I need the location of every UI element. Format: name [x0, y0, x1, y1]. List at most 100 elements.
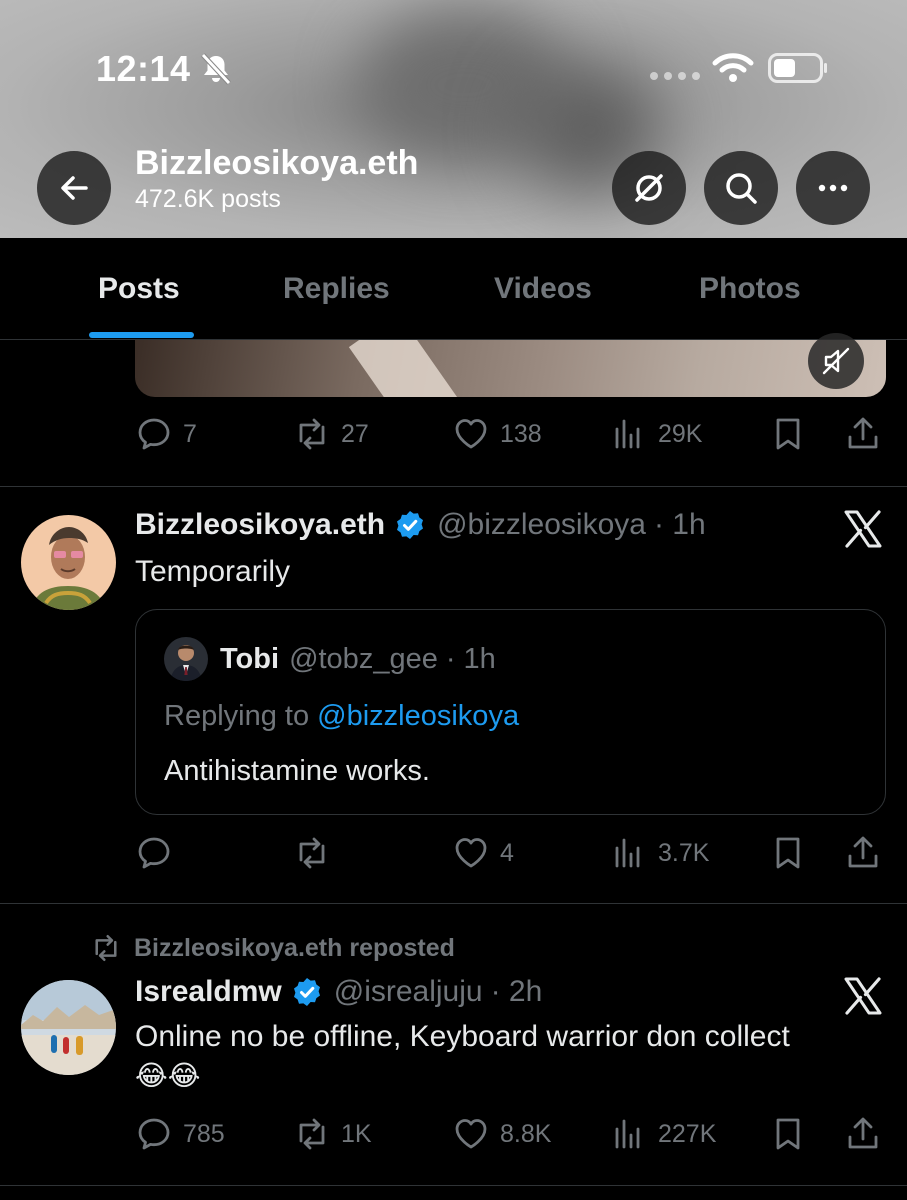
quoted-post[interactable]: Tobi @tobz_gee · 1h Replying to @bizzleo… — [135, 609, 886, 815]
author-name[interactable]: Isrealdmw — [135, 975, 282, 1009]
repost-count: 1K — [341, 1119, 372, 1148]
ellipsis-icon — [818, 184, 848, 192]
bookmark-icon — [776, 837, 800, 869]
post-media[interactable] — [135, 340, 886, 397]
cellular-signal-icon — [650, 72, 700, 80]
bookmark-button[interactable] — [769, 834, 807, 872]
views-icon — [615, 419, 640, 449]
share-icon — [848, 417, 878, 449]
repost-count: 27 — [341, 419, 369, 448]
quoted-avatar — [164, 637, 208, 681]
verified-badge-icon — [397, 511, 424, 539]
post-actions: 7 27 138 29K — [135, 415, 885, 455]
reply-button[interactable]: 7 — [135, 415, 197, 453]
profile-header: 12:14 Bizzleosikoya.eth 472.6K posts — [0, 0, 907, 238]
profile-post-count: 472.6K posts — [135, 185, 281, 213]
post-text: Temporarily — [135, 555, 291, 588]
like-button[interactable]: 8.8K — [452, 1115, 551, 1153]
post-actions: 785 1K 8.8K 227K — [135, 1115, 885, 1155]
share-button[interactable] — [844, 834, 882, 872]
active-tab-indicator — [89, 332, 194, 338]
reply-icon — [138, 1118, 170, 1150]
quoted-post-text: Antihistamine works. — [164, 755, 430, 787]
quoted-post-header: Tobi @tobz_gee · 1h — [164, 637, 496, 681]
repost-icon — [299, 1118, 325, 1150]
reply-icon — [138, 418, 170, 450]
post-divider — [0, 486, 907, 487]
battery-icon — [768, 53, 827, 83]
repost-button[interactable]: 27 — [293, 415, 369, 453]
views-button[interactable]: 29K — [610, 415, 702, 453]
share-button[interactable] — [844, 1115, 882, 1153]
bookmark-button[interactable] — [769, 1115, 807, 1153]
tab-replies[interactable]: Replies — [283, 272, 390, 306]
post-timestamp[interactable]: · 1h — [654, 508, 706, 542]
views-icon — [615, 838, 640, 868]
reply-count: 7 — [183, 419, 197, 448]
search-button[interactable] — [704, 151, 778, 225]
reply-button[interactable] — [135, 834, 183, 872]
like-button[interactable]: 4 — [452, 834, 514, 872]
like-count: 138 — [500, 419, 542, 448]
share-button[interactable] — [844, 415, 882, 453]
views-button[interactable]: 3.7K — [610, 834, 709, 872]
tab-posts[interactable]: Posts — [98, 272, 180, 306]
bookmark-icon — [776, 1118, 800, 1150]
x-logo-icon — [844, 977, 882, 1015]
share-icon — [848, 836, 878, 868]
arrow-left-icon — [61, 176, 88, 200]
reply-count: 785 — [183, 1119, 225, 1148]
post-header: Bizzleosikoya.eth @bizzleosikoya · 1h — [135, 508, 706, 542]
bookmark-icon — [776, 418, 800, 450]
more-options-button[interactable] — [796, 151, 870, 225]
like-count: 8.8K — [500, 1119, 552, 1148]
x-logo-icon — [844, 510, 882, 548]
author-name[interactable]: Bizzleosikoya.eth — [135, 508, 385, 542]
avatar[interactable] — [21, 980, 116, 1075]
grok-button[interactable] — [612, 151, 686, 225]
reply-button[interactable]: 785 — [135, 1115, 225, 1153]
heart-icon — [455, 419, 487, 449]
wifi-icon — [712, 53, 754, 82]
repost-button[interactable] — [293, 834, 341, 872]
search-icon — [726, 173, 757, 204]
heart-icon — [455, 1119, 487, 1149]
profile-name: Bizzleosikoya.eth — [135, 144, 419, 182]
replying-to-line: Replying to @bizzleosikoya — [164, 700, 519, 733]
replying-to-mention[interactable]: @bizzleosikoya — [317, 700, 519, 732]
grok-icon — [635, 174, 663, 202]
status-time: 12:14 — [96, 48, 191, 89]
author-handle[interactable]: @isrealjuju — [334, 975, 483, 1009]
profile-tabs: Posts Replies Videos Photos — [0, 238, 907, 340]
quoted-author-name: Tobi — [220, 642, 280, 675]
like-button[interactable]: 138 — [452, 415, 542, 453]
tab-photos[interactable]: Photos — [699, 272, 801, 306]
post-text-line: Online no be offline, Keyboard warrior d… — [135, 1020, 790, 1053]
view-count: 29K — [658, 419, 703, 448]
bookmark-button[interactable] — [769, 415, 807, 453]
tab-videos[interactable]: Videos — [494, 272, 592, 306]
author-handle[interactable]: @bizzleosikoya — [437, 508, 646, 542]
post-actions: 4 3.7K — [135, 834, 885, 874]
views-button[interactable]: 227K — [610, 1115, 716, 1153]
post-divider — [0, 903, 907, 904]
post-divider — [0, 1185, 907, 1186]
avatar[interactable] — [21, 515, 116, 610]
repost-button[interactable]: 1K — [293, 1115, 372, 1153]
like-count: 4 — [500, 838, 514, 867]
view-count: 3.7K — [658, 838, 710, 867]
landscape-avatar-icon — [21, 980, 116, 1075]
mute-button[interactable] — [808, 333, 864, 389]
verified-badge-icon — [293, 978, 320, 1006]
post-header: Isrealdmw @isrealjuju · 2h — [135, 975, 542, 1009]
views-icon — [615, 1119, 640, 1149]
quoted-timestamp: · 1h — [445, 642, 496, 675]
nft-portrait-avatar-icon — [21, 515, 116, 610]
speaker-muted-icon — [822, 347, 850, 375]
post-timestamp[interactable]: · 2h — [491, 975, 543, 1009]
reply-icon — [138, 837, 170, 869]
reposted-by-label[interactable]: Bizzleosikoya.eth reposted — [134, 934, 455, 963]
quoted-author-handle: @tobz_gee — [289, 642, 438, 675]
back-button[interactable] — [37, 151, 111, 225]
repost-icon — [299, 418, 325, 450]
